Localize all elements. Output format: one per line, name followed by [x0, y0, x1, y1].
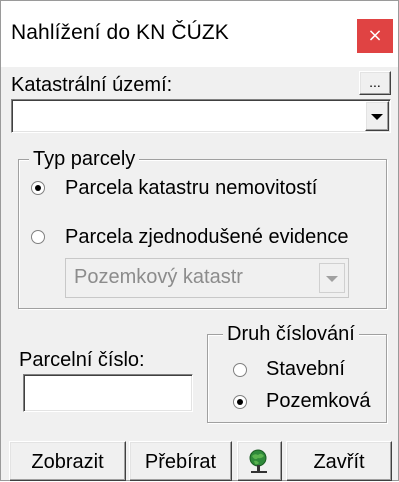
radio-numbering-land-label[interactable]: Pozemková	[266, 389, 371, 413]
radio-numbering-building[interactable]	[233, 363, 247, 377]
radio-parcel-kn-label[interactable]: Parcela katastru nemovitostí	[65, 176, 317, 200]
evidence-type-value: Pozemkový katastr	[74, 266, 243, 288]
radio-parcel-kn[interactable]	[31, 181, 45, 195]
browse-cadastral-button[interactable]: ...	[359, 71, 391, 95]
chevron-down-icon	[371, 114, 383, 120]
show-button[interactable]: Zobrazit	[9, 441, 126, 481]
evidence-type-select: Pozemkový katastr	[65, 258, 349, 298]
title-bar: Nahlížení do KN ČÚZK ×	[1, 1, 398, 67]
parcel-type-legend: Typ parcely	[29, 148, 140, 170]
parcel-number-input[interactable]	[23, 374, 193, 412]
take-over-button[interactable]: Přebírat	[129, 441, 232, 481]
radio-parcel-ze-label[interactable]: Parcela zjednodušené evidence	[65, 225, 349, 249]
close-button[interactable]: Zavřít	[286, 441, 392, 481]
chevron-down-icon	[326, 276, 338, 282]
radio-parcel-ze[interactable]	[31, 230, 45, 244]
show-button-label: Zobrazit	[31, 451, 104, 473]
browse-label: ...	[369, 74, 381, 90]
globe-pin-icon	[249, 449, 267, 473]
cadastral-area-combobox[interactable]	[11, 99, 391, 133]
close-window-button[interactable]: ×	[357, 19, 393, 53]
cadastral-area-label: Katastrální území:	[11, 74, 173, 96]
close-button-label: Zavřít	[313, 451, 365, 473]
cadastral-dropdown-button[interactable]	[365, 101, 389, 131]
radio-numbering-land[interactable]	[233, 395, 247, 409]
window-title: Nahlížení do KN ČÚZK	[11, 21, 229, 44]
radio-numbering-building-label[interactable]: Stavební	[266, 357, 345, 381]
map-button[interactable]	[237, 441, 282, 481]
dialog-window: Nahlížení do KN ČÚZK × Katastrální území…	[0, 0, 399, 481]
evidence-dropdown-button	[319, 263, 345, 293]
numbering-type-legend: Druh číslování	[223, 323, 359, 345]
parcel-number-label: Parcelní číslo:	[19, 349, 145, 371]
radio-selected-dot	[35, 185, 41, 191]
radio-selected-dot	[237, 399, 243, 405]
close-icon: ×	[367, 25, 383, 46]
take-over-button-label: Přebírat	[144, 451, 217, 473]
